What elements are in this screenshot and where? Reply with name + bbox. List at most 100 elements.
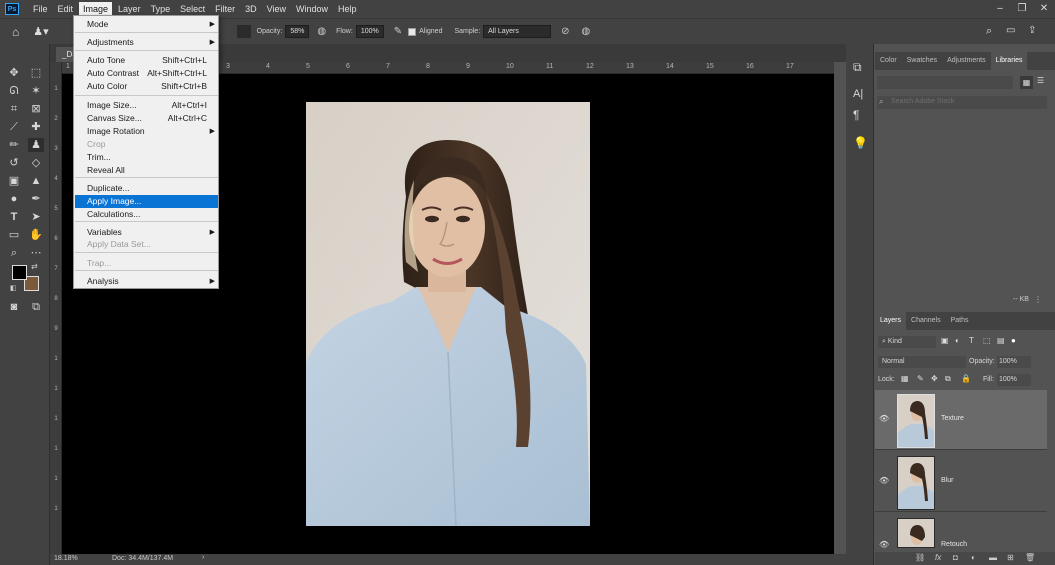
delete-layer-icon[interactable]: 🗑 bbox=[1025, 553, 1035, 562]
share-icon[interactable]: ⇪ bbox=[1028, 25, 1036, 36]
layer-row-blur[interactable]: 👁 Blur bbox=[875, 452, 1047, 512]
zoom-tool-icon[interactable]: ⌕ bbox=[6, 246, 22, 260]
menu-3d[interactable]: 3D bbox=[241, 2, 261, 16]
tab-swatches[interactable]: Swatches bbox=[902, 52, 942, 70]
tab-color[interactable]: Color bbox=[875, 52, 902, 70]
swap-colors-icon[interactable]: ⇄ bbox=[31, 262, 38, 271]
crop-tool-icon[interactable]: ⌗ bbox=[6, 102, 22, 116]
pressure-size-icon[interactable]: ◍ bbox=[582, 26, 591, 37]
library-select[interactable] bbox=[877, 76, 1013, 89]
tab-libraries[interactable]: Libraries bbox=[990, 52, 1028, 70]
menu-item-analysis[interactable]: Analysis ▶ bbox=[75, 275, 218, 288]
filter-smart-icon[interactable]: ▤ bbox=[997, 336, 1005, 345]
history-panel-icon[interactable]: ⧉ bbox=[853, 60, 862, 75]
menu-image[interactable]: Image bbox=[79, 2, 113, 16]
tab-adjustments[interactable]: Adjustments bbox=[942, 52, 991, 70]
workspace-icon[interactable]: ▭ bbox=[1006, 25, 1015, 36]
menu-item-apply-image[interactable]: Apply Image... bbox=[75, 195, 218, 208]
menu-item-reveal-all[interactable]: Reveal All bbox=[75, 164, 218, 177]
fill-input[interactable]: 100% bbox=[997, 374, 1031, 386]
filter-type-icon[interactable]: T bbox=[969, 336, 974, 345]
brush-tool-icon[interactable]: ✏ bbox=[6, 138, 22, 152]
filter-shape-icon[interactable]: ⬚ bbox=[983, 336, 991, 345]
menu-item-auto-tone[interactable]: Auto Tone Shift+Ctrl+L bbox=[75, 54, 218, 67]
pressure-opacity-icon[interactable]: ◍ bbox=[317, 26, 326, 37]
history-brush-tool-icon[interactable]: ↺ bbox=[6, 156, 22, 170]
minimize-icon[interactable]: – bbox=[989, 0, 1011, 18]
lock-position-icon[interactable]: ✥ bbox=[931, 374, 938, 383]
lock-all-icon[interactable]: 🔒 bbox=[961, 374, 971, 383]
menu-filter[interactable]: Filter bbox=[211, 2, 239, 16]
eyedropper-tool-icon[interactable]: ⟋ bbox=[6, 120, 22, 134]
layer-name[interactable]: Retouch bbox=[941, 541, 967, 548]
search-icon[interactable]: ⌕ bbox=[986, 25, 992, 38]
menu-window[interactable]: Window bbox=[292, 2, 332, 16]
tab-layers[interactable]: Layers bbox=[875, 312, 907, 330]
flow-input[interactable]: 100% bbox=[355, 25, 384, 38]
filter-pixel-icon[interactable]: ▣ bbox=[941, 336, 949, 345]
lasso-tool-icon[interactable]: ᘏ bbox=[6, 84, 22, 98]
dodge-tool-icon[interactable]: ● bbox=[6, 192, 22, 206]
clone-stamp-preset-icon[interactable]: ♟▾ bbox=[33, 25, 48, 38]
eraser-tool-icon[interactable]: ◇ bbox=[28, 156, 44, 170]
close-icon[interactable]: ✕ bbox=[1033, 0, 1055, 18]
sample-select[interactable]: All Layers bbox=[483, 25, 552, 38]
tab-paths[interactable]: Paths bbox=[946, 312, 974, 330]
menu-type[interactable]: Type bbox=[147, 2, 175, 16]
screen-mode-icon[interactable]: ⧉ bbox=[28, 300, 44, 314]
pen-tool-icon[interactable]: ✒ bbox=[28, 192, 44, 206]
list-view-icon[interactable]: ☰ bbox=[1037, 76, 1044, 85]
library-menu-icon[interactable]: ⋮ bbox=[1034, 295, 1042, 304]
status-menu-arrow[interactable]: › bbox=[202, 554, 204, 561]
menu-view[interactable]: View bbox=[263, 2, 290, 16]
airbrush-icon[interactable]: ✎ bbox=[394, 26, 402, 37]
lock-artboard-icon[interactable]: ⧉ bbox=[945, 374, 951, 384]
new-group-icon[interactable]: ▬ bbox=[989, 553, 997, 562]
layer-row-texture[interactable]: 👁 Texture bbox=[875, 390, 1047, 450]
paragraph-panel-icon[interactable]: ¶ bbox=[853, 108, 859, 122]
path-selection-tool-icon[interactable]: ➤ bbox=[28, 210, 44, 224]
ignore-adjustment-icon[interactable]: ⊘ bbox=[561, 26, 569, 37]
menu-item-canvas-size[interactable]: Canvas Size... Alt+Ctrl+C bbox=[75, 112, 218, 125]
menu-item-auto-contrast[interactable]: Auto Contrast Alt+Shift+Ctrl+L bbox=[75, 67, 218, 80]
rectangle-tool-icon[interactable]: ▭ bbox=[6, 228, 22, 242]
layer-fx-icon[interactable]: fx bbox=[935, 553, 941, 562]
healing-brush-tool-icon[interactable]: ✚ bbox=[28, 120, 44, 134]
menu-item-image-size[interactable]: Image Size... Alt+Ctrl+I bbox=[75, 99, 218, 112]
layer-filter-select[interactable]: ⌕ Kind bbox=[878, 336, 936, 348]
move-tool-icon[interactable]: ✥ bbox=[6, 66, 22, 80]
menu-item-calculations[interactable]: Calculations... bbox=[75, 208, 218, 221]
visibility-eye-icon[interactable]: 👁 bbox=[879, 540, 889, 549]
blur-tool-icon[interactable]: ▲ bbox=[28, 174, 44, 188]
aligned-checkbox[interactable] bbox=[408, 27, 417, 36]
more-tools-icon[interactable]: ⋯ bbox=[28, 246, 44, 260]
zoom-level[interactable]: 18.18% bbox=[54, 555, 78, 562]
layer-name[interactable]: Texture bbox=[941, 415, 964, 422]
home-icon[interactable]: ⌂ bbox=[12, 25, 19, 39]
add-mask-icon[interactable]: ◘ bbox=[953, 553, 958, 562]
hand-tool-icon[interactable]: ✋ bbox=[28, 228, 44, 242]
magic-wand-tool-icon[interactable]: ✶ bbox=[28, 84, 44, 98]
menu-file[interactable]: File bbox=[29, 2, 52, 16]
menu-edit[interactable]: Edit bbox=[54, 2, 78, 16]
menu-item-duplicate[interactable]: Duplicate... bbox=[75, 182, 218, 195]
character-panel-icon[interactable]: A| bbox=[853, 88, 863, 100]
clone-stamp-tool-icon[interactable]: ♟ bbox=[28, 138, 44, 152]
visibility-eye-icon[interactable]: 👁 bbox=[879, 414, 889, 423]
tab-channels[interactable]: Channels bbox=[906, 312, 946, 330]
layer-name[interactable]: Blur bbox=[941, 477, 953, 484]
type-tool-icon[interactable]: T bbox=[6, 210, 22, 224]
stock-search-field[interactable]: ⌕ Search Adobe Stock bbox=[877, 96, 1047, 109]
marquee-tool-icon[interactable]: ⬚ bbox=[28, 66, 44, 80]
blend-mode-select[interactable]: Normal bbox=[878, 356, 966, 368]
menu-select[interactable]: Select bbox=[176, 2, 209, 16]
menu-item-trim[interactable]: Trim... bbox=[75, 151, 218, 164]
menu-help[interactable]: Help bbox=[334, 2, 361, 16]
lock-transparency-icon[interactable]: ▦ bbox=[901, 374, 909, 383]
frame-tool-icon[interactable]: ⊠ bbox=[28, 102, 44, 116]
brush-preset-field[interactable] bbox=[236, 25, 251, 38]
visibility-eye-icon[interactable]: 👁 bbox=[879, 476, 889, 485]
grid-view-icon[interactable]: ▦ bbox=[1020, 76, 1033, 89]
photoshop-logo[interactable]: Ps bbox=[5, 3, 19, 15]
menu-item-adjustments[interactable]: Adjustments ▶ bbox=[75, 36, 218, 49]
